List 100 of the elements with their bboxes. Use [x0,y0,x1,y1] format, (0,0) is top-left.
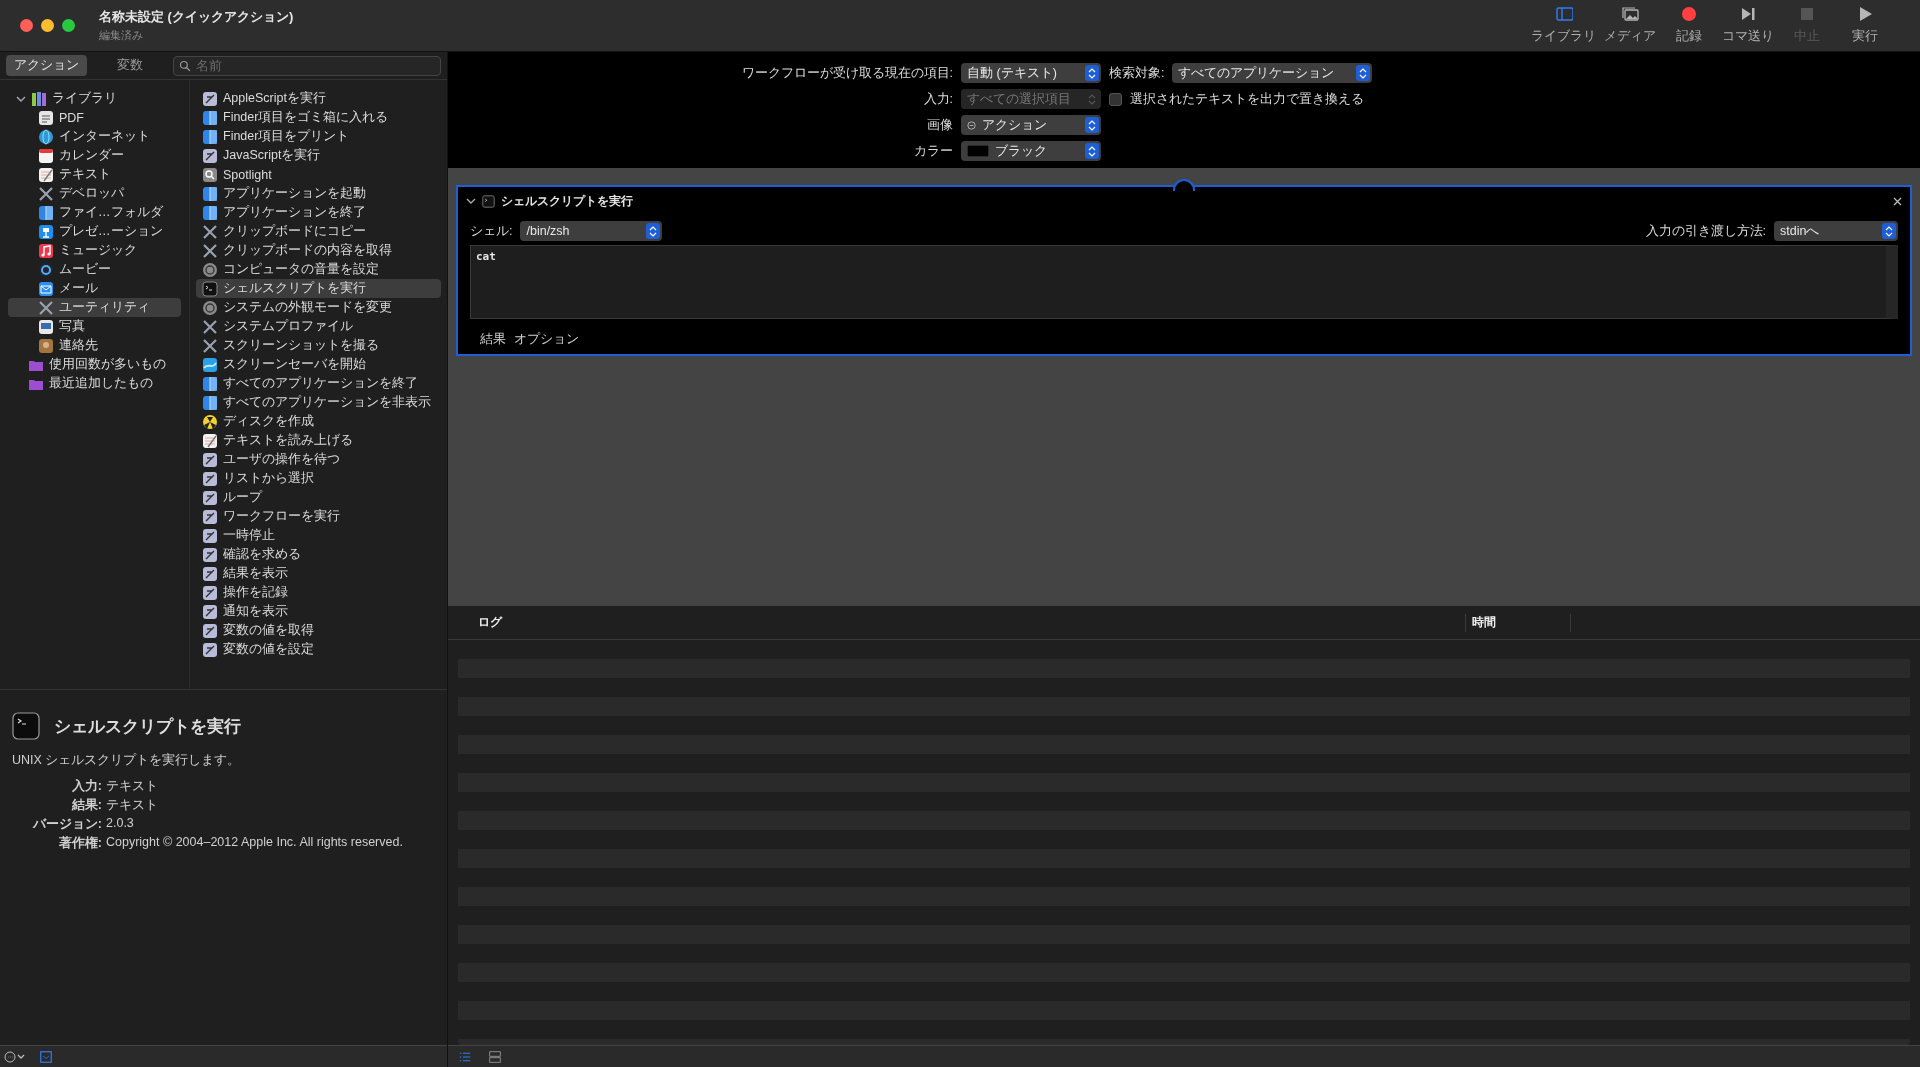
field-value: テキスト [106,778,159,795]
action-item[interactable]: クリップボードにコピー [196,222,441,241]
toolbar-button[interactable]: メディア [1602,6,1658,45]
action-item[interactable]: 確認を求める [196,545,441,564]
action-item[interactable]: 通知を表示 [196,602,441,621]
toolbar-button[interactable]: 記録 [1662,6,1716,45]
action-item[interactable]: 結果を表示 [196,564,441,583]
library-item[interactable]: テキスト [8,165,181,184]
pass-input-popup[interactable]: stdinへ [1774,221,1898,241]
action-item[interactable]: ワークフローを実行 [196,507,441,526]
library-item[interactable]: ミュージック [8,241,181,260]
more-icon [4,1050,26,1063]
library-item[interactable]: PDF [8,108,181,127]
field-label: バージョン: [31,816,102,833]
color-popup[interactable]: ブラック [961,141,1101,161]
toolbar-button[interactable]: 実行 [1838,6,1892,45]
action-item[interactable]: ユーザの操作を待つ [196,450,441,469]
library-item[interactable]: インターネット [8,127,181,146]
action-item[interactable]: すべてのアプリケーションを終了 [196,374,441,393]
close-window-button[interactable] [20,19,33,32]
library-item[interactable]: カレンダー [8,146,181,165]
library-item[interactable]: 最近追加したもの [8,374,181,393]
script-icon [202,546,218,563]
action-item[interactable]: Spotlight [196,165,441,184]
library-item[interactable]: プレゼ…ーション [8,222,181,241]
toolbar-button[interactable]: ライブラリ [1529,6,1598,45]
sidebar-tab[interactable]: アクション [6,55,87,76]
column-header[interactable]: ログ [448,613,1466,632]
checkbox[interactable] [1109,92,1122,106]
stepper-icon [1085,65,1099,81]
action-item[interactable]: テキストを読み上げる [196,431,441,450]
script-icon [202,622,218,639]
action-item[interactable]: 変数の値を取得 [196,621,441,640]
script-icon [202,451,218,468]
action-item[interactable]: ディスクを作成 [196,412,441,431]
zoom-button[interactable] [62,19,75,32]
script-icon [202,508,218,525]
field-label: シェル: [470,222,513,240]
library-item[interactable]: 使用回数が多いもの [8,355,181,374]
script-editor[interactable]: cat [470,245,1898,319]
rows-icon [488,1050,502,1063]
action-item[interactable]: AppleScriptを実行 [196,89,441,108]
music-note-icon [38,242,54,259]
action-item[interactable]: Finder項目をプリント [196,127,441,146]
action-item[interactable]: すべてのアプリケーションを非表示 [196,393,441,412]
action-item[interactable]: 一時停止 [196,526,441,545]
color-swatch-icon [967,145,989,157]
action-item[interactable]: クリップボードの内容を取得 [196,241,441,260]
library-item[interactable]: デベロッパ [8,184,181,203]
window-subtitle: 編集済み [99,28,144,43]
action-item[interactable]: Finder項目をゴミ箱に入れる [196,108,441,127]
action-item[interactable]: 変数の値を設定 [196,640,441,659]
record-icon [1681,6,1697,22]
action-item[interactable]: スクリーンセーバを開始 [196,355,441,374]
toolbar-button[interactable]: コマ送り [1720,6,1776,45]
library-item[interactable]: ムービー [8,260,181,279]
tools-icon [38,185,54,202]
library-item[interactable]: 連絡先 [8,336,181,355]
action-item[interactable]: ループ [196,488,441,507]
receives-popup[interactable]: 自動 (テキスト) [961,63,1101,83]
script-icon [202,584,218,601]
action-title: シェルスクリプトを実行 [501,192,634,210]
radiation-icon [202,413,218,430]
stepper-icon [1085,143,1099,159]
close-button[interactable] [1893,196,1902,206]
library-item[interactable]: 写真 [8,317,181,336]
action-item[interactable]: システムプロファイル [196,317,441,336]
application-popup[interactable]: すべてのアプリケーション [1172,63,1373,83]
minimize-button[interactable] [41,19,54,32]
action-item[interactable]: 操作を記録 [196,583,441,602]
terminal-icon [12,712,40,740]
checkbox-label: 選択されたテキストを出力で置き換える [1130,90,1364,108]
search-field[interactable]: 名前 [173,55,441,76]
action-item[interactable]: アプリケーションを終了 [196,203,441,222]
action-item[interactable]: シェルスクリプトを実行 [196,279,441,298]
field-label: 入力の引き渡し方法: [1645,222,1766,240]
library-item[interactable]: ユーティリティ [8,298,181,317]
column-header[interactable]: 時間 [1466,613,1571,632]
tools-icon [202,318,218,335]
shell-popup[interactable]: /bin/zsh [520,221,663,241]
field-label: 検索対象: [1109,64,1165,82]
action-item[interactable]: システムの外観モードを変更 [196,298,441,317]
field-value: 2.0.3 [106,816,135,832]
card-tab[interactable]: オプション [514,331,579,348]
contact-icon [38,337,54,354]
disclosure-button[interactable] [466,196,476,206]
library-item[interactable]: ライブラリ [8,89,181,108]
library-item[interactable]: メール [8,279,181,298]
action-item[interactable]: JavaScriptを実行 [196,146,441,165]
sidebar-tab[interactable]: 変数 [95,55,165,76]
action-item[interactable]: アプリケーションを起動 [196,184,441,203]
card-tab[interactable]: 結果 [480,331,506,348]
action-item[interactable]: コンピュータの音量を設定 [196,260,441,279]
search-icon [179,59,191,72]
action-item[interactable]: リストから選択 [196,469,441,488]
tools-icon [38,299,54,316]
library-item[interactable]: ファイ…フォルダ [8,203,181,222]
image-popup[interactable]: アクション [961,115,1101,135]
action-item[interactable]: スクリーンショットを撮る [196,336,441,355]
field-label: 入力: [70,778,102,795]
